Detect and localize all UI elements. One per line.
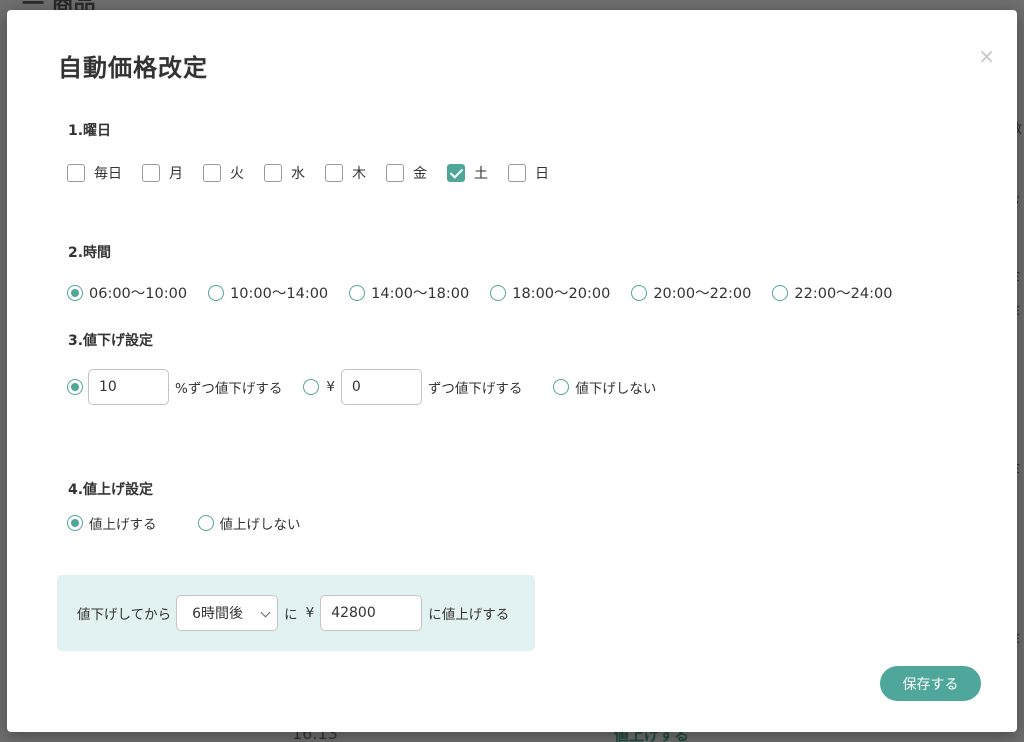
time-section-label: 2.時間 <box>68 245 112 261</box>
price-up-section-label: 4.値上げ設定 <box>68 482 154 498</box>
checkbox-checked-icon[interactable] <box>447 164 465 182</box>
time-radio-10-14[interactable]: 10:00〜14:00 <box>208 282 328 303</box>
radio-label: 14:00〜18:00 <box>371 286 470 302</box>
time-radio-14-18[interactable]: 14:00〜18:00 <box>349 282 469 303</box>
weekday-section-label: 1.曜日 <box>68 123 112 139</box>
weekday-checkbox-tue[interactable]: 火 <box>203 163 244 183</box>
price-down-percent-input[interactable] <box>88 369 169 405</box>
price-down-section-label: 3.値下げ設定 <box>68 333 154 349</box>
checkbox-label: 火 <box>230 166 244 182</box>
weekday-checkbox-sat[interactable]: 土 <box>447 163 488 183</box>
radio-icon[interactable] <box>772 284 789 301</box>
radio-label: 20:00〜22:00 <box>653 286 752 302</box>
delay-select[interactable]: 6時間後 <box>176 595 279 631</box>
yen-symbol: ¥ <box>305 605 315 621</box>
price-up-rule-box: 値下げしてから 6時間後 に ¥ に値上げする <box>57 575 535 651</box>
checkbox-label: 金 <box>413 166 427 182</box>
delay-select-value: 6時間後 <box>192 606 244 622</box>
yen-symbol: ¥ <box>326 379 335 395</box>
checkbox-label: 毎日 <box>94 166 122 182</box>
price-down-yen-radio[interactable] <box>303 379 320 395</box>
price-up-price-input[interactable] <box>320 595 423 631</box>
checkbox-icon[interactable] <box>67 164 85 182</box>
checkbox-icon[interactable] <box>264 164 282 182</box>
auto-price-modal: 自動価格改定 × 1.曜日 毎日 月 火 水 木 金 土 日 2.時間 06:0… <box>7 10 1017 732</box>
radio-label: 10:00〜14:00 <box>230 286 329 302</box>
checkbox-label: 日 <box>535 166 549 182</box>
modal-title: 自動価格改定 <box>58 54 208 82</box>
radio-label: 値上げする <box>89 517 157 533</box>
time-radio-group: 06:00〜10:00 10:00〜14:00 14:00〜18:00 18:0… <box>67 282 892 303</box>
checkbox-icon[interactable] <box>325 164 343 182</box>
weekday-checkbox-group: 毎日 月 火 水 木 金 土 日 <box>67 163 569 183</box>
price-down-yen-suffix: ずつ値下げする <box>427 381 523 397</box>
checkbox-icon[interactable] <box>386 164 404 182</box>
price-up-no-radio[interactable]: 値上げしない <box>197 513 301 533</box>
radio-icon[interactable] <box>208 284 225 301</box>
radio-checked-icon[interactable] <box>67 284 83 301</box>
checkbox-label: 月 <box>169 166 183 182</box>
radio-label: 値上げしない <box>219 517 301 533</box>
weekday-checkbox-mon[interactable]: 月 <box>142 163 183 183</box>
radio-label: 22:00〜24:00 <box>794 286 893 302</box>
time-radio-20-22[interactable]: 20:00〜22:00 <box>631 282 751 303</box>
time-radio-06-10[interactable]: 06:00〜10:00 <box>67 282 187 303</box>
chevron-down-icon <box>260 607 271 618</box>
checkbox-label: 木 <box>352 166 366 182</box>
rule-suffix: に値上げする <box>428 607 510 623</box>
radio-icon[interactable] <box>197 515 214 531</box>
radio-icon[interactable] <box>490 284 507 301</box>
radio-label: 18:00〜20:00 <box>512 286 611 302</box>
checkbox-label: 水 <box>291 166 305 182</box>
checkbox-icon[interactable] <box>203 164 221 182</box>
price-down-percent-suffix: %ずつ値下げする <box>175 381 283 397</box>
radio-icon[interactable] <box>349 284 366 301</box>
radio-label: 06:00〜10:00 <box>89 286 188 302</box>
weekday-checkbox-wed[interactable]: 水 <box>264 163 305 183</box>
price-up-yes-radio[interactable]: 値上げする <box>67 513 157 533</box>
time-radio-22-24[interactable]: 22:00〜24:00 <box>772 282 892 303</box>
rule-middle: に <box>284 607 298 623</box>
radio-icon[interactable] <box>631 284 648 301</box>
weekday-checkbox-thu[interactable]: 木 <box>325 163 366 183</box>
time-radio-18-20[interactable]: 18:00〜20:00 <box>490 282 610 303</box>
radio-checked-icon[interactable] <box>67 515 83 531</box>
weekday-checkbox-sun[interactable]: 日 <box>508 163 549 183</box>
weekday-checkbox-fri[interactable]: 金 <box>386 163 427 183</box>
price-up-group: 値上げする 値上げしない <box>67 513 301 533</box>
price-down-none-radio[interactable] <box>553 379 570 395</box>
price-down-none-label: 値下げしない <box>575 381 657 397</box>
price-down-percent-radio[interactable] <box>67 379 83 395</box>
price-down-yen-input[interactable] <box>340 369 422 405</box>
checkbox-label: 土 <box>474 166 488 182</box>
checkbox-icon[interactable] <box>142 164 160 182</box>
price-down-group: %ずつ値下げする ¥ ずつ値下げする 値下げしない <box>67 369 656 405</box>
checkbox-icon[interactable] <box>508 164 526 182</box>
save-button[interactable]: 保存する <box>880 666 981 701</box>
weekday-checkbox-everyday[interactable]: 毎日 <box>67 163 122 183</box>
rule-prefix: 値下げしてから <box>77 607 172 623</box>
close-icon[interactable]: × <box>978 46 995 66</box>
